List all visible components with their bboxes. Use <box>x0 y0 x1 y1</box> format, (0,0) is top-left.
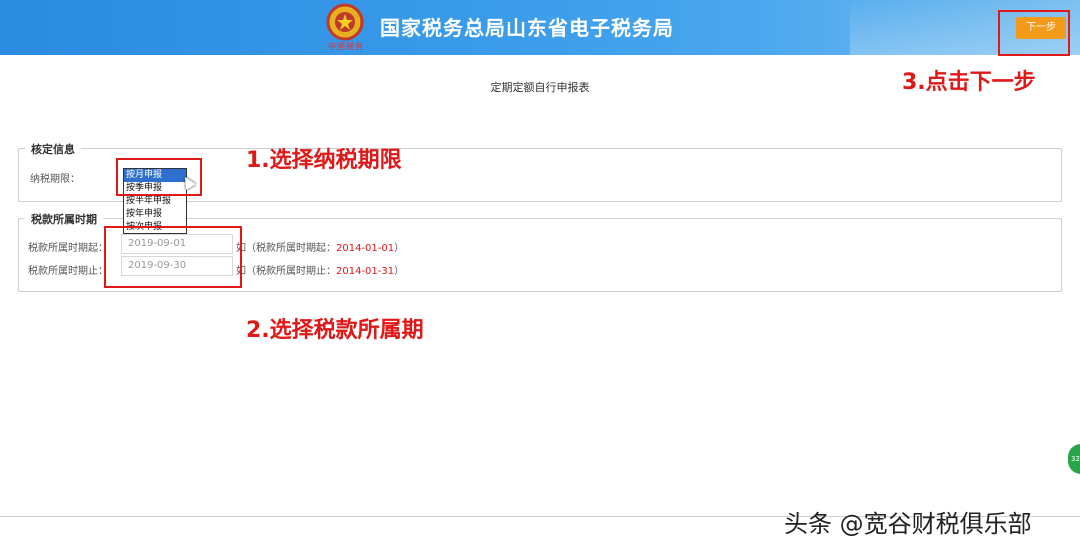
period-start-hint: 如（税款所属时期起：2014-01-01） <box>236 239 404 254</box>
floating-side-button[interactable]: 32 <box>1068 444 1080 474</box>
period-end-hint-suffix: ） <box>394 266 405 277</box>
site-title: 国家税务总局山东省电子税务局 <box>380 16 674 40</box>
period-start-hint-suffix: ） <box>394 243 405 254</box>
period-start-hint-prefix: 如（税款所属时期起： <box>236 243 336 254</box>
assessment-info-legend: 核定信息 <box>25 141 81 157</box>
period-dropdown-highlight-box <box>116 158 202 196</box>
tax-period-legend: 税款所属时期 <box>25 211 103 227</box>
period-end-label: 税款所属时期止： <box>28 266 108 277</box>
tax-period-label: 纳税期限： <box>30 174 80 185</box>
period-end-hint-example: 2014-01-31 <box>336 266 395 277</box>
annotation-step2: 2.选择税款所属期 <box>246 318 424 343</box>
period-start-hint-example: 2014-01-01 <box>336 243 395 254</box>
page-title: 定期定额自行申报表 <box>490 81 590 94</box>
top-header-bar: 中国税务 国家税务总局山东省电子税务局 下一步 <box>0 0 1080 55</box>
tax-period-highlight-box <box>104 226 242 288</box>
period-start-label: 税款所属时期起： <box>28 243 108 254</box>
national-emblem-icon <box>326 3 364 41</box>
emblem-caption: 中国税务 <box>328 42 364 51</box>
next-step-highlight-box <box>998 10 1070 56</box>
annotation-step3: 3.点击下一步 <box>902 70 1036 95</box>
option-yearly[interactable]: 按年申报 <box>124 208 186 221</box>
period-end-hint-prefix: 如（税款所属时期止： <box>236 266 336 277</box>
watermark-text: 头条 @宽谷财税俱乐部 <box>784 510 1032 538</box>
period-end-hint: 如（税款所属时期止：2014-01-31） <box>236 262 404 277</box>
option-half-yearly[interactable]: 按半年申报 <box>124 195 186 208</box>
annotation-step1: 1.选择纳税期限 <box>246 148 402 173</box>
